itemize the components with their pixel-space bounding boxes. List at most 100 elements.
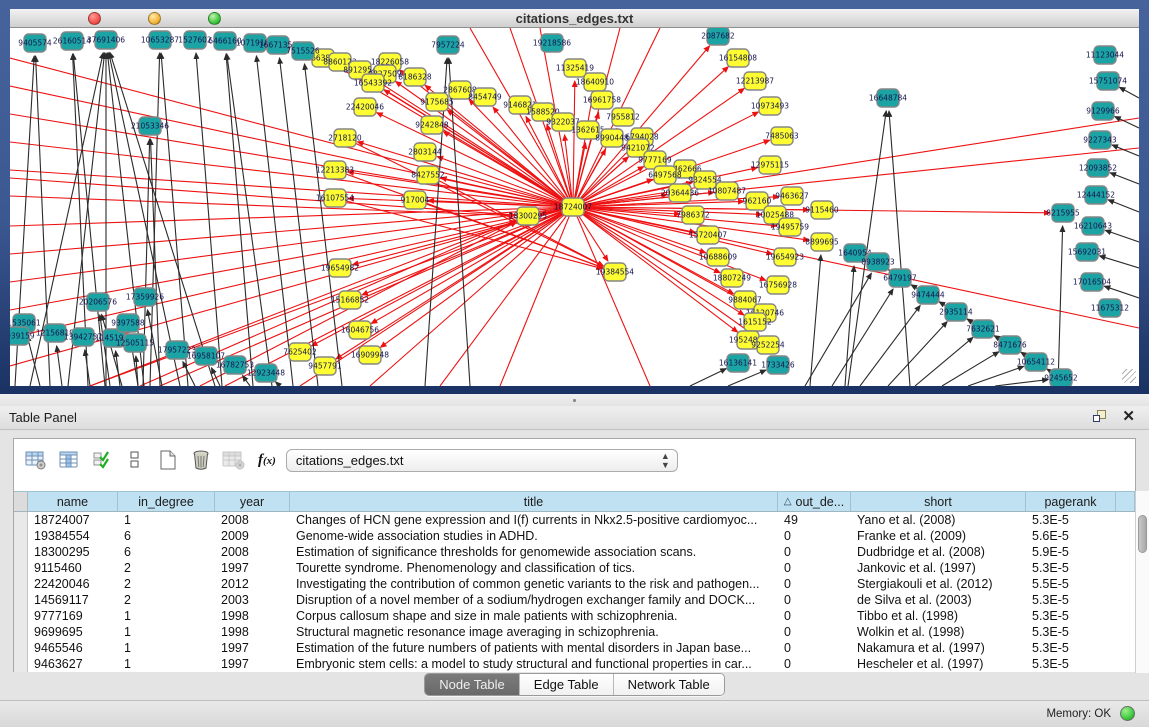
graph-node-9457791[interactable]: 9457791 <box>308 357 342 375</box>
table-cell: 9463627 <box>28 656 118 672</box>
graph-node-2935114[interactable]: 2935114 <box>939 303 973 321</box>
graph-node-917004[interactable]: 917004 <box>401 191 430 209</box>
divider-grip-icon <box>571 398 578 403</box>
graph-node-16210643[interactable]: 16210643 <box>1074 217 1112 235</box>
column-header-title[interactable]: title <box>290 492 778 511</box>
table-panel-header: Table Panel ✕ <box>0 406 1149 430</box>
column-header-short[interactable]: short <box>851 492 1026 511</box>
column-header-out_de[interactable]: △out_de... <box>778 492 851 511</box>
graph-node-7632621[interactable]: 7632621 <box>966 320 1000 338</box>
graph-node-10654112[interactable]: 10654112 <box>1017 353 1055 371</box>
graph-node-12213987[interactable]: 12213987 <box>736 72 774 90</box>
tab-network-table[interactable]: Network Table <box>614 674 724 695</box>
table-vertical-scrollbar[interactable] <box>1135 491 1149 673</box>
graph-node-12975115[interactable]: 12975115 <box>751 156 789 174</box>
tab-node-table[interactable]: Node Table <box>425 674 520 695</box>
graph-node-16961758[interactable]: 16961758 <box>583 91 621 109</box>
graph-node-15166852[interactable]: 15166852 <box>331 291 369 309</box>
scrollbar-thumb[interactable] <box>1138 515 1147 553</box>
table-select-dropdown[interactable]: citations_edges.txt ▲▼ <box>286 449 678 472</box>
graph-node-16154808[interactable]: 16154808 <box>719 49 757 67</box>
split-divider[interactable] <box>0 394 1149 406</box>
close-window-icon[interactable] <box>88 12 101 25</box>
table-row[interactable]: 1830029562008Estimation of significance … <box>14 544 1135 560</box>
graph-node-26160514[interactable]: 26160514 <box>53 32 91 50</box>
table-row[interactable]: 977716911998Corpus callosum shape and si… <box>14 608 1135 624</box>
column-header-in_degree[interactable]: in_degree <box>118 492 215 511</box>
column-header-gutter[interactable] <box>14 492 28 511</box>
graph-node-16648784[interactable]: 16648784 <box>869 89 907 107</box>
graph-node-9245652[interactable]: 9245652 <box>1044 369 1078 386</box>
graph-node-9129966[interactable]: 9129966 <box>1086 102 1120 120</box>
table-row[interactable]: 911546021997Tourette syndrome. Phenomeno… <box>14 560 1135 576</box>
table-settings-icon[interactable] <box>23 447 49 473</box>
graph-node-6479197[interactable]: 6479197 <box>883 269 917 287</box>
graph-node-17016504[interactable]: 17016504 <box>1073 273 1111 291</box>
select-all-rows-icon[interactable] <box>89 447 115 473</box>
column-header-year[interactable]: year <box>215 492 290 511</box>
table-panel-title: Table Panel <box>9 410 77 425</box>
graph-node-12444152[interactable]: 12444152 <box>1077 186 1115 204</box>
delete-table-icon[interactable] <box>188 447 214 473</box>
graph-node-10653287[interactable]: 10653287 <box>141 31 179 49</box>
new-table-icon[interactable] <box>155 447 181 473</box>
minimize-window-icon[interactable] <box>148 12 161 25</box>
graph-node-8899695[interactable]: 8899695 <box>805 233 839 251</box>
memory-ok-icon <box>1120 706 1135 721</box>
graph-node-37691406[interactable]: 37691406 <box>87 31 125 49</box>
graph-node-19654923[interactable]: 19654923 <box>766 248 804 266</box>
tab-edge-table[interactable]: Edge Table <box>520 674 614 695</box>
table-row[interactable]: 1872400712008Changes of HCN gene express… <box>14 512 1135 528</box>
table-cell: 5.9E-5 <box>1026 544 1116 560</box>
table-row[interactable]: 1938455462009Genome-wide association stu… <box>14 528 1135 544</box>
graph-node-11675312[interactable]: 11675312 <box>1091 299 1129 317</box>
graph-node-9463627[interactable]: 9463627 <box>775 187 809 205</box>
column-header-gutter[interactable] <box>1116 492 1135 511</box>
column-chooser-icon[interactable] <box>56 447 82 473</box>
graph-node-12093852[interactable]: 12093852 <box>1079 159 1117 177</box>
graph-node-9405574[interactable]: 9405574 <box>18 34 52 52</box>
graph-node-21053346[interactable]: 21053346 <box>131 117 169 135</box>
cytoscape-screen: citations_edges.txt 18724007766382288601… <box>0 0 1149 727</box>
table-row[interactable]: 946554611997Estimation of the future num… <box>14 640 1135 656</box>
graph-node-16756928[interactable]: 16756928 <box>759 276 797 294</box>
network-canvas[interactable]: 1872400776638228860123891295418226058982… <box>10 28 1139 386</box>
canvas-resize-grip[interactable] <box>1122 369 1136 383</box>
graph-node-8215955[interactable]: 8215955 <box>1046 204 1080 222</box>
function-builder-icon[interactable]: f(x) <box>258 452 276 469</box>
zoom-window-icon[interactable] <box>208 12 221 25</box>
graph-node-19218586[interactable]: 19218586 <box>533 34 571 52</box>
table-row[interactable]: 2242004622012Investigating the contribut… <box>14 576 1135 592</box>
graph-node-7485063[interactable]: 7485063 <box>765 127 799 145</box>
graph-node-7955812[interactable]: 7955812 <box>606 108 640 126</box>
table-row[interactable]: 969969511998Structural magnetic resonanc… <box>14 624 1135 640</box>
graph-node-2087682[interactable]: 2087682 <box>701 28 735 45</box>
citation-network-graph[interactable]: 1872400776638228860123891295418226058982… <box>10 28 1139 386</box>
graph-node-1527602[interactable]: 1527602 <box>178 31 212 49</box>
graph-node-15720407[interactable]: 15720407 <box>689 226 727 244</box>
row-height-icon[interactable] <box>122 447 148 473</box>
graph-node-10688609[interactable]: 10688609 <box>699 248 737 266</box>
graph-node-11123044[interactable]: 11123044 <box>1086 46 1124 64</box>
table-cell <box>1116 528 1135 544</box>
graph-node-9115460[interactable]: 9115460 <box>805 201 839 219</box>
graph-node-15751074[interactable]: 15751074 <box>1089 72 1127 90</box>
graph-node-19654982[interactable]: 19654982 <box>321 259 359 277</box>
graph-node-12213383[interactable]: 12213383 <box>316 161 354 179</box>
table-row[interactable]: 1456911722003Disruption of a novel membe… <box>14 592 1135 608</box>
table-row[interactable]: 946362711997Embryonic stem cells: a mode… <box>14 656 1135 672</box>
column-header-pagerank[interactable]: pagerank <box>1026 492 1116 511</box>
delete-columns-icon[interactable] <box>221 447 247 473</box>
svg-text:8215955: 8215955 <box>1046 209 1080 218</box>
column-header-name[interactable]: name <box>28 492 118 511</box>
graph-node-15692031[interactable]: 15692031 <box>1068 243 1106 261</box>
graph-node-1733426[interactable]: 1733426 <box>761 356 795 374</box>
graph-node-7957224[interactable]: 7957224 <box>431 36 465 54</box>
close-panel-icon[interactable]: ✕ <box>1122 409 1135 425</box>
table-header-row[interactable]: namein_degreeyeartitle△out_de...shortpag… <box>14 491 1135 512</box>
network-window-titlebar[interactable]: citations_edges.txt <box>10 9 1139 28</box>
float-panel-icon[interactable] <box>1092 409 1108 425</box>
graph-node-9474444[interactable]: 9474444 <box>911 286 945 304</box>
graph-node-9227343[interactable]: 9227343 <box>1083 131 1117 149</box>
graph-node-8186328[interactable]: 8186328 <box>398 68 432 86</box>
